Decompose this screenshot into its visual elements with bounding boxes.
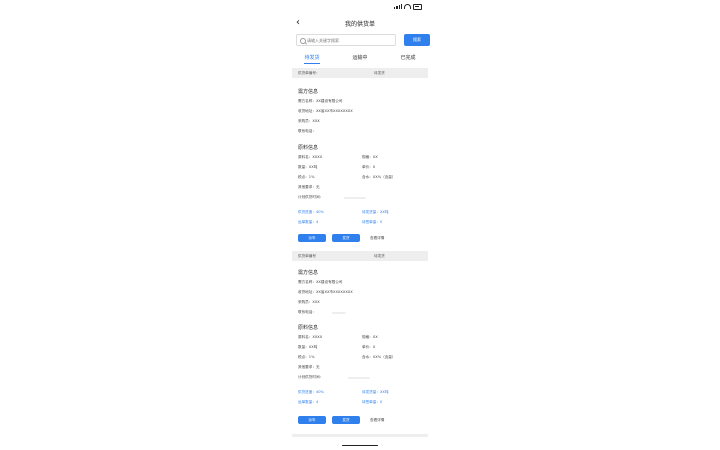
plan-time-placeholder (344, 197, 366, 199)
action-row: 派车 发货 查看详情 (298, 234, 384, 242)
order-header: 供货单编号： 待发货 (292, 68, 428, 78)
waybill-count: 运单数量：4 (298, 400, 319, 404)
view-details-link[interactable]: 查看详情 (370, 236, 384, 241)
buyer-section-title: 需方信息 (298, 270, 319, 276)
buyer-address: 收货地址：XX省XX市XXXXXXXX (298, 109, 353, 113)
material-section-title: 原料信息 (298, 145, 319, 151)
material-spec: 规格：XX (362, 335, 378, 339)
signal-icon (394, 4, 402, 10)
action-row: 派车 发货 查看详情 (298, 416, 384, 424)
buyer-name: 需方名称：XX建设有限公司 (298, 99, 343, 103)
buyer-phone: 联系电话： (298, 129, 316, 133)
order-status: 待发货 (374, 254, 385, 258)
nav-bar: ‹ 我的供货单 (288, 16, 432, 32)
dispatch-button[interactable]: 派车 (298, 416, 326, 424)
material-moisture: 含水：XX%（含量） (362, 355, 396, 359)
home-indicator (342, 444, 378, 446)
order-number-label: 供货单编号： (298, 71, 320, 75)
material-quantity: 数量：XX吨 (298, 165, 318, 169)
battery-icon (413, 4, 422, 10)
order-header: 供货单编号 待发货 (292, 251, 428, 261)
material-plan-time: 计划供货时间： (298, 195, 324, 199)
pending-sign: 待签单量：0 (362, 400, 383, 404)
buyer-phone: 联系电话： (298, 310, 316, 314)
next-card-edge (292, 434, 428, 437)
dispatch-button[interactable]: 派车 (298, 234, 326, 242)
buyer-name: 需方名称：XX建设有限公司 (298, 280, 343, 284)
buyer-section-title: 需方信息 (298, 89, 319, 95)
ship-button[interactable]: 发货 (332, 234, 360, 242)
view-details-link[interactable]: 查看详情 (370, 418, 384, 423)
wifi-icon (404, 4, 411, 10)
tab-pending[interactable]: 待发货 (304, 52, 320, 64)
pending-shipment: 待发货量：XX吨 (362, 390, 389, 394)
material-quantity: 数量：XX吨 (298, 345, 318, 349)
phone-placeholder (332, 312, 346, 314)
page-title: 我的供货单 (344, 21, 375, 28)
material-other: 其他要求：无 (298, 365, 320, 369)
status-bar (394, 4, 422, 10)
buyer-purchaser: 采购员：XXX (298, 300, 320, 304)
phone-screen: ‹ 我的供货单 搜索 待发货 运输中 已完成 供货单编号： 待发货 需方信息 需… (288, 0, 432, 450)
plan-time-placeholder (348, 377, 370, 379)
pending-sign: 待签单量：0 (362, 220, 383, 224)
buyer-address: 收货地址：XX省XX市XXXXXXXX (298, 290, 353, 294)
ship-button[interactable]: 发货 (332, 416, 360, 424)
order-number-label: 供货单编号 (298, 254, 316, 258)
material-tax: 税点：1% (298, 175, 315, 179)
search-bar: 搜索 (296, 34, 430, 46)
material-plan-time: 计划供货时间： (298, 375, 324, 379)
order-status: 待发货 (374, 71, 385, 75)
material-other: 其他要求：无 (298, 185, 320, 189)
material-price: 单价：X (362, 165, 376, 169)
search-box (296, 34, 396, 46)
search-button[interactable]: 搜索 (404, 34, 430, 46)
order-card: 供货单编号： 待发货 需方信息 需方名称：XX建设有限公司 收货地址：XX省XX… (292, 68, 428, 250)
buyer-purchaser: 采购员：XXX (298, 119, 320, 123)
material-section-title: 原料信息 (298, 325, 319, 331)
search-icon (300, 37, 306, 44)
search-input[interactable] (307, 36, 393, 45)
supply-progress: 供货进度：40% (298, 210, 324, 214)
material-tax: 税点：1% (298, 355, 315, 359)
supply-progress: 供货进度：40% (298, 390, 324, 394)
tab-bar: 待发货 运输中 已完成 (288, 52, 432, 64)
waybill-count: 运单数量：4 (298, 220, 319, 224)
material-price: 单价：X (362, 345, 376, 349)
tab-in-transit[interactable]: 运输中 (352, 52, 367, 64)
material-spec: 规格：XX (362, 155, 378, 159)
material-moisture: 含水：XX%（含量） (362, 175, 396, 179)
tab-completed[interactable]: 已完成 (400, 52, 415, 64)
material-name: 原料名：XXXX (298, 155, 323, 159)
order-card: 供货单编号 待发货 需方信息 需方名称：XX建设有限公司 收货地址：XX省XX市… (292, 251, 428, 433)
material-name: 原料名：XXXX (298, 335, 323, 339)
pending-shipment: 待发货量：XX吨 (362, 210, 389, 214)
